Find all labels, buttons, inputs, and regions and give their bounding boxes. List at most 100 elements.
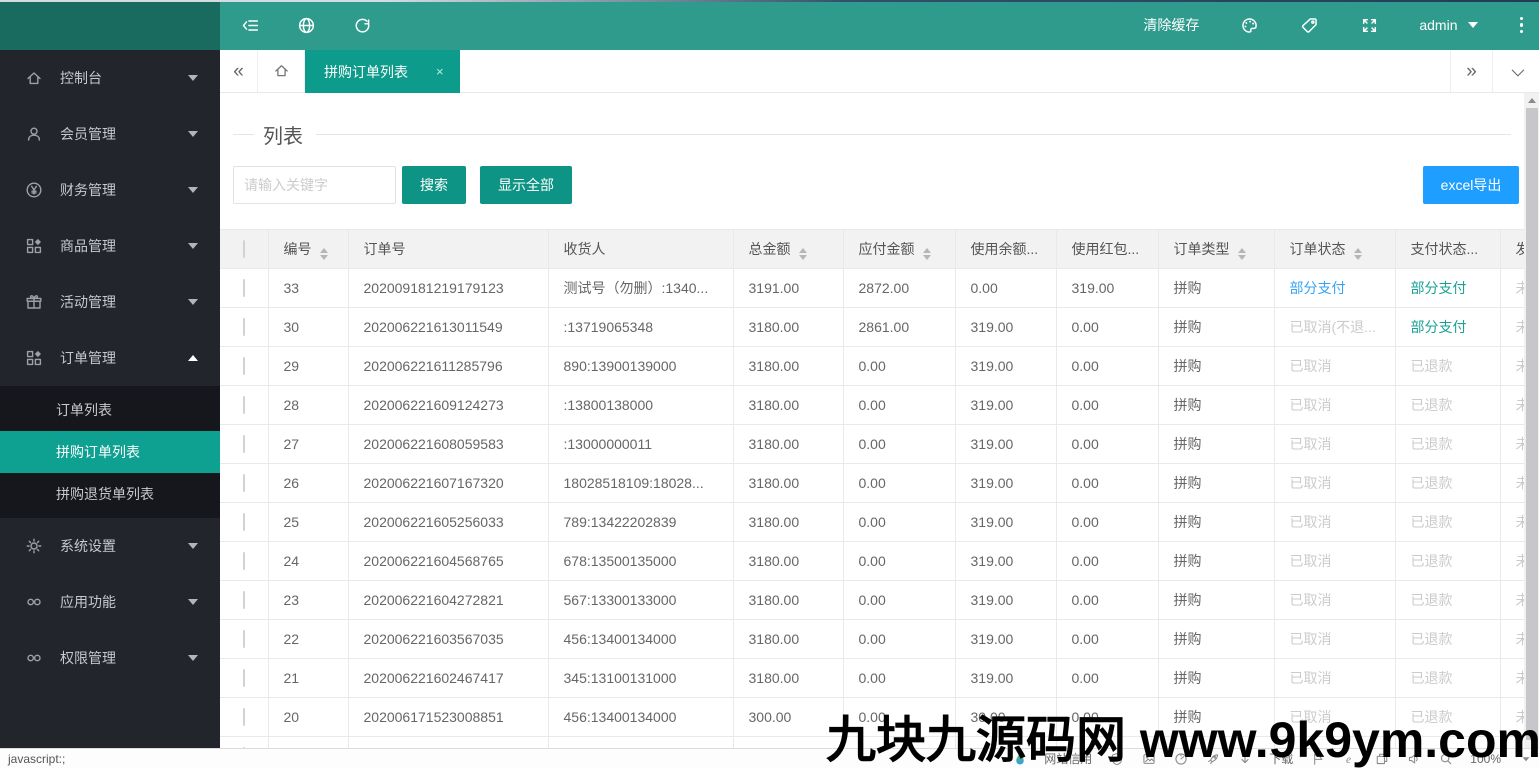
- tabs-scroll-right-button[interactable]: »: [1450, 50, 1492, 93]
- row-checkbox[interactable]: [243, 669, 245, 687]
- kebab-menu-icon[interactable]: [1518, 15, 1526, 36]
- sidebar-item-products[interactable]: 商品管理: [0, 218, 220, 274]
- globe-icon[interactable]: [296, 15, 316, 35]
- cell-balance: 319.00: [955, 464, 1056, 503]
- window-icon[interactable]: [1374, 751, 1389, 766]
- image-icon[interactable]: [1141, 751, 1156, 766]
- cell-ship_status: 未发货: [1500, 503, 1524, 542]
- cell-value: 已退款: [1411, 709, 1453, 725]
- fullscreen-icon[interactable]: [1359, 15, 1379, 35]
- row-checkbox[interactable]: [243, 357, 245, 375]
- row-checkbox[interactable]: [243, 708, 245, 726]
- sidebar-item-app-features[interactable]: 应用功能: [0, 574, 220, 630]
- cell-value[interactable]: 部分支付: [1290, 280, 1346, 296]
- cell-no: 30: [268, 308, 348, 347]
- palette-icon[interactable]: [1239, 15, 1259, 35]
- sort-icon[interactable]: [1238, 248, 1246, 260]
- sidebar-item-finance[interactable]: 财务管理: [0, 162, 220, 218]
- down-arrow-icon[interactable]: [1237, 751, 1252, 766]
- sidebar-subitem-groupbuy-return-list[interactable]: 拼购退货单列表: [0, 473, 220, 515]
- refresh-icon[interactable]: [352, 15, 372, 35]
- cell-value: 未发货: [1516, 436, 1525, 452]
- statusbar-label[interactable]: 100%: [1470, 752, 1501, 766]
- caret-down-icon: [188, 187, 198, 193]
- sort-icon[interactable]: [923, 248, 931, 260]
- row-checkbox[interactable]: [243, 396, 245, 414]
- sidebar-item-permissions[interactable]: 权限管理: [0, 630, 220, 686]
- row-checkbox[interactable]: [243, 435, 245, 453]
- cell-value: 0.00: [859, 631, 886, 647]
- row-checkbox[interactable]: [243, 279, 245, 297]
- column-header-ship_status: 发货状态: [1500, 230, 1524, 269]
- sidebar-item-dashboard[interactable]: 控制台: [0, 50, 220, 106]
- cell-pay_status: 已退款: [1395, 581, 1500, 620]
- sidebar-item-activities[interactable]: 活动管理: [0, 274, 220, 330]
- close-tab-icon[interactable]: ×: [436, 64, 444, 79]
- scrollbar-thumb[interactable]: [1526, 108, 1538, 740]
- water-drop-icon[interactable]: [1012, 751, 1027, 766]
- sidebar-subitem-order-list[interactable]: 订单列表: [0, 389, 220, 431]
- admin-menu[interactable]: admin: [1419, 17, 1477, 33]
- tabs-scroll-left-button[interactable]: «: [220, 50, 258, 93]
- cell-value: 202006221604272821: [364, 592, 504, 608]
- cell-value: 30.00: [971, 709, 1006, 725]
- cell-value: 已取消(不退...: [1290, 319, 1376, 335]
- row-checkbox[interactable]: [243, 552, 245, 570]
- row-checkbox[interactable]: [243, 474, 245, 492]
- flag-icon[interactable]: [1310, 751, 1325, 766]
- gauge-icon[interactable]: [1173, 751, 1188, 766]
- cell-value: 28: [284, 397, 300, 413]
- vertical-scrollbar[interactable]: [1524, 93, 1539, 748]
- sort-icon[interactable]: [799, 248, 807, 260]
- row-checkbox[interactable]: [243, 318, 245, 336]
- select-all-checkbox[interactable]: [243, 240, 245, 258]
- collapse-menu-icon[interactable]: [240, 15, 260, 35]
- cell-order_status: 已取消: [1274, 464, 1395, 503]
- rocket-icon[interactable]: [1205, 751, 1220, 766]
- cell-value: 319.00: [971, 514, 1014, 530]
- cell-type: 拼购: [1158, 425, 1274, 464]
- cell-red_packet: 319.00: [1056, 269, 1158, 308]
- cell-value: 3180.00: [749, 475, 800, 491]
- ie-icon[interactable]: e: [1342, 751, 1357, 766]
- show-all-button[interactable]: 显示全部: [480, 166, 572, 204]
- sidebar-item-members[interactable]: 会员管理: [0, 106, 220, 162]
- speaker-icon[interactable]: [1406, 751, 1421, 766]
- cell-no: 26: [268, 464, 348, 503]
- tab-groupbuy-order-list[interactable]: 拼购订单列表 ×: [305, 50, 460, 93]
- sidebar-subitem-label: 拼购退货单列表: [56, 484, 154, 504]
- excel-export-button[interactable]: excel导出: [1423, 166, 1519, 204]
- tabs-dropdown-button[interactable]: [1492, 50, 1539, 93]
- sidebar-subitem-groupbuy-order-list[interactable]: 拼购订单列表: [0, 431, 220, 473]
- scrollbar-up-arrow[interactable]: [1524, 93, 1539, 108]
- cell-order_no: 202006171522173050: [348, 737, 548, 749]
- cell-type: 拼购: [1158, 659, 1274, 698]
- row-checkbox[interactable]: [243, 513, 245, 531]
- search-button[interactable]: 搜索: [402, 166, 466, 204]
- cell-value: 319.00: [971, 319, 1014, 335]
- sidebar-item-orders[interactable]: 订单管理: [0, 330, 220, 386]
- statusbar-label[interactable]: 下载: [1269, 750, 1293, 767]
- row-checkbox[interactable]: [243, 591, 245, 609]
- caret-down-small-icon[interactable]: [1518, 751, 1533, 766]
- search-input[interactable]: [233, 166, 396, 204]
- cell-value: 345:13100131000: [564, 670, 677, 686]
- magnifier-icon[interactable]: [1438, 751, 1453, 766]
- cell-red_packet: 0.00: [1056, 698, 1158, 737]
- clear-cache-button[interactable]: 清除缓存: [1143, 15, 1199, 35]
- cell-value: 拼购: [1174, 514, 1202, 530]
- home-tab[interactable]: [258, 50, 305, 93]
- shield-icon[interactable]: [1109, 751, 1124, 766]
- cell-pay_status: 部分支付: [1395, 308, 1500, 347]
- cell-payable: 0.00: [843, 425, 955, 464]
- tag-icon[interactable]: [1299, 15, 1319, 35]
- sort-icon[interactable]: [1354, 248, 1362, 260]
- statusbar-label[interactable]: 网站信用: [1044, 750, 1092, 767]
- row-checkbox[interactable]: [243, 630, 245, 648]
- sort-icon[interactable]: [320, 248, 328, 260]
- sidebar-item-settings[interactable]: 系统设置: [0, 518, 220, 574]
- cell-payable: 2861.00: [843, 308, 955, 347]
- admin-username: admin: [1419, 17, 1457, 33]
- sidebar-item-label: 系统设置: [60, 536, 116, 556]
- cell-value: 拼购: [1174, 397, 1202, 413]
